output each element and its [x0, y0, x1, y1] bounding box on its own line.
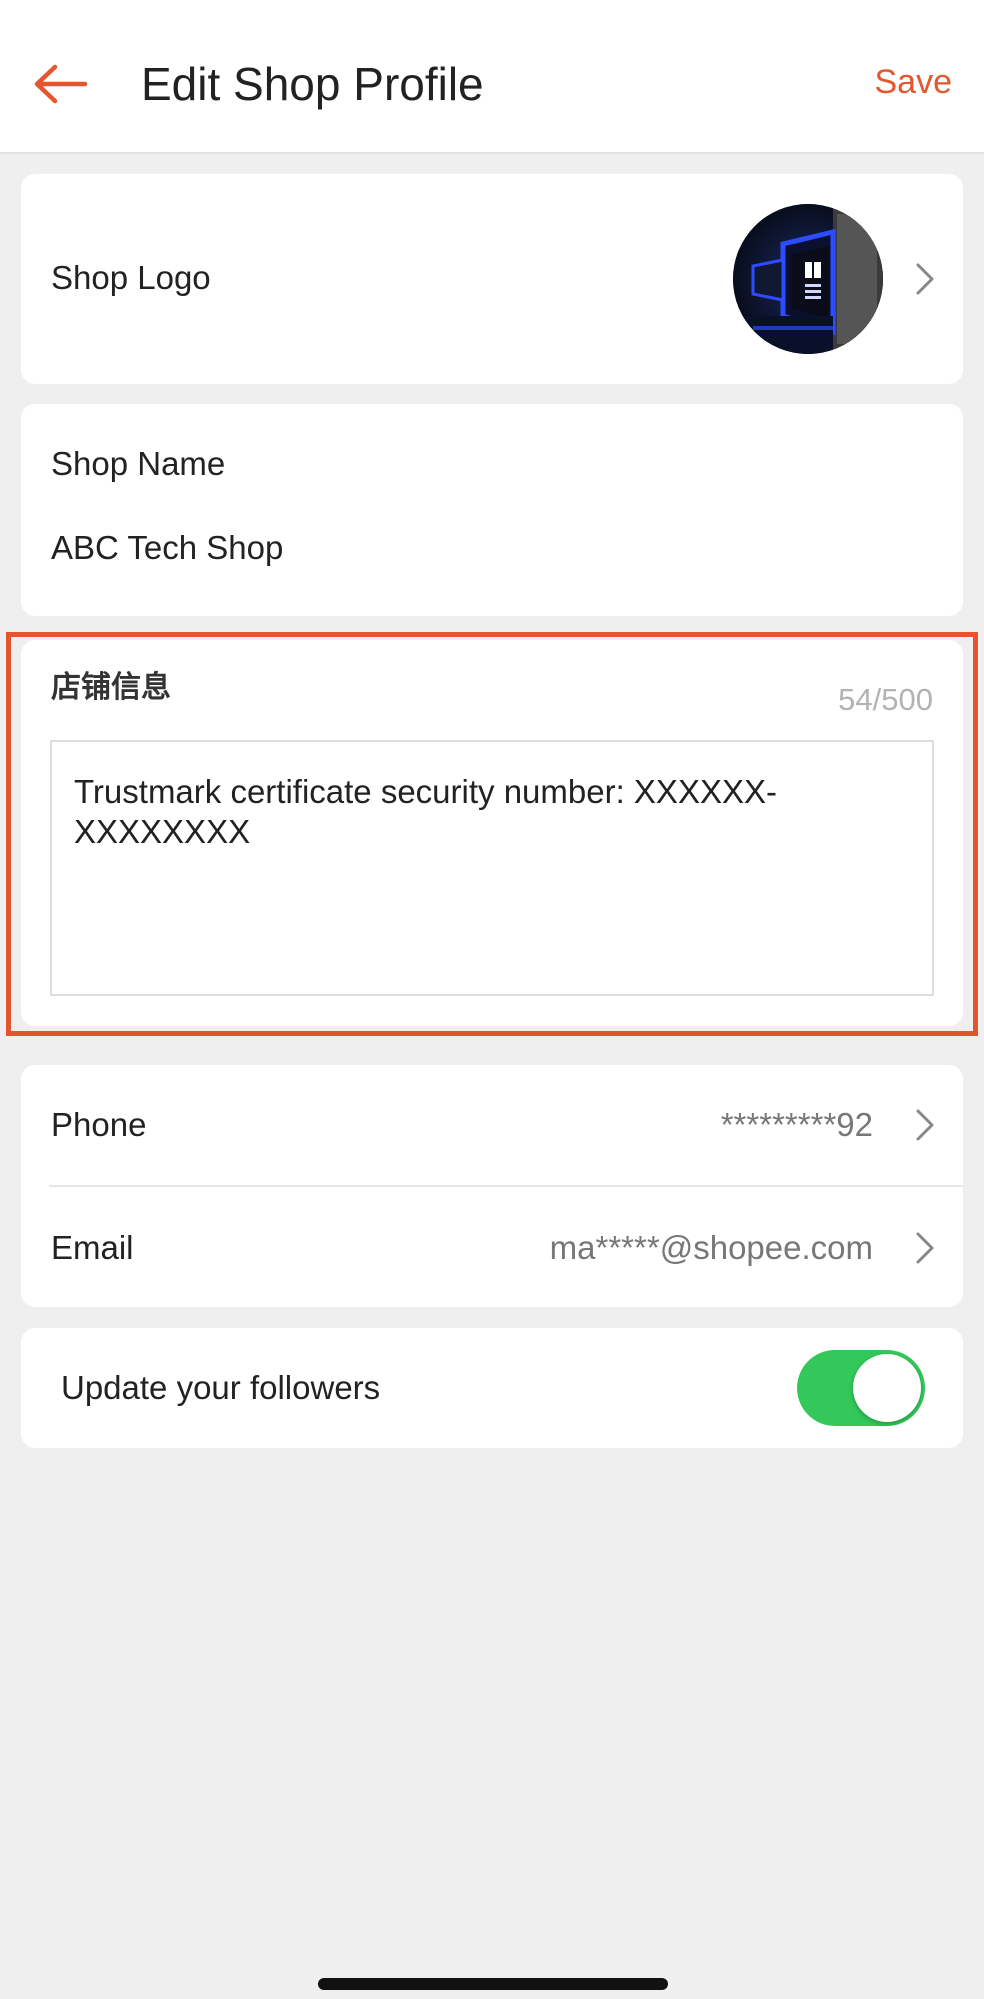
app-header: Edit Shop Profile Save [0, 0, 984, 154]
shop-name-value[interactable]: ABC Tech Shop [51, 526, 283, 570]
back-button[interactable] [28, 52, 92, 116]
email-label: Email [51, 1229, 134, 1266]
update-followers-toggle[interactable] [797, 1350, 925, 1426]
shop-name-label: Shop Name [51, 445, 226, 482]
phone-label: Phone [51, 1106, 147, 1143]
chevron-right-icon [911, 1228, 939, 1268]
contact-card: Phone *********92 Email ma*****@shopee.c… [21, 1065, 963, 1307]
shop-info-label: 店铺信息 [51, 671, 171, 704]
email-value: ma*****@shopee.com [549, 1229, 873, 1266]
home-indicator [318, 1978, 668, 1990]
chevron-right-icon [911, 1105, 939, 1145]
update-followers-label: Update your followers [61, 1369, 381, 1406]
shop-info-card: 店铺信息 54/500 Trustmark certificate securi… [21, 640, 963, 1026]
update-followers-row: Update your followers [21, 1328, 963, 1448]
page-title: Edit Shop Profile [141, 58, 484, 110]
shop-info-textarea[interactable]: Trustmark certificate security number: X… [50, 740, 934, 996]
chevron-right-icon [911, 259, 939, 299]
phone-row[interactable]: Phone *********92 [21, 1065, 963, 1186]
toggle-knob [853, 1354, 921, 1422]
phone-value: *********92 [720, 1106, 873, 1143]
character-count: 54/500 [838, 682, 933, 717]
email-row[interactable]: Email ma*****@shopee.com [21, 1186, 963, 1307]
shop-logo-row[interactable]: Shop Logo [21, 174, 963, 384]
shop-logo-image[interactable] [733, 204, 883, 354]
shop-logo-label: Shop Logo [51, 259, 211, 296]
shop-name-card[interactable]: Shop Name ABC Tech Shop [21, 404, 963, 616]
save-button[interactable]: Save [875, 58, 953, 106]
arrow-left-icon [34, 64, 88, 104]
